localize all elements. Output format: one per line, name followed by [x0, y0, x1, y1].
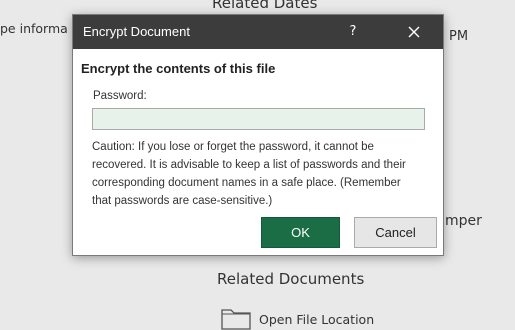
dialog-heading: Encrypt the contents of this file: [81, 61, 276, 76]
password-input[interactable]: [92, 108, 425, 130]
folder-icon: [221, 309, 251, 330]
ok-button[interactable]: OK: [261, 217, 340, 248]
close-button[interactable]: [403, 21, 425, 43]
person-name: mper: [445, 213, 482, 229]
date-value: PM: [449, 29, 469, 44]
dialog-titlebar[interactable]: Encrypt Document ?: [73, 15, 443, 49]
password-label: Password:: [93, 90, 147, 102]
related-dates-heading: Related Dates: [212, 0, 318, 12]
document-property-label: pe informa: [0, 21, 68, 36]
close-icon: [408, 26, 420, 38]
caution-text: Caution: If you lose or forget the passw…: [92, 141, 406, 207]
cancel-button[interactable]: Cancel: [354, 217, 437, 248]
dialog-title: Encrypt Document: [83, 24, 190, 39]
encrypt-document-dialog: Encrypt Document ? Encrypt the contents …: [72, 14, 444, 256]
related-documents-heading: Related Documents: [217, 270, 365, 288]
help-button[interactable]: ?: [343, 22, 363, 42]
open-file-location-link[interactable]: Open File Location: [221, 306, 374, 330]
